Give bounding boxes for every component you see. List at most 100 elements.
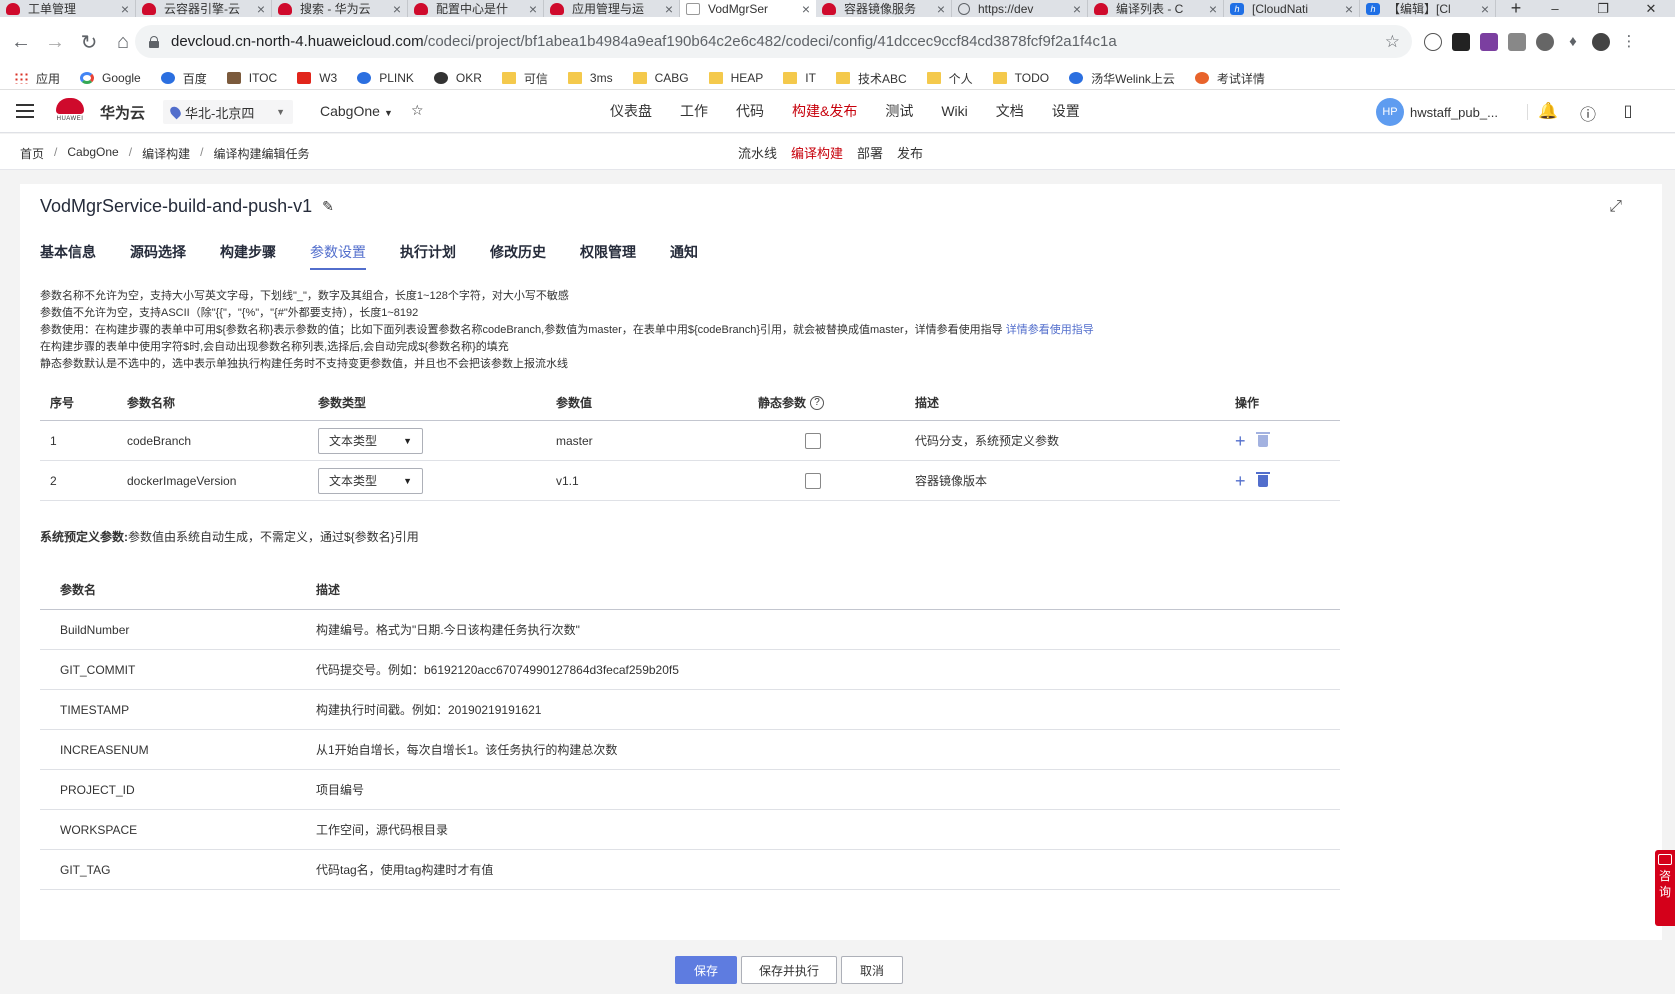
reload-icon[interactable]: ↻ — [72, 25, 106, 59]
bookmark-item[interactable]: W3 — [297, 71, 337, 85]
window-close-icon[interactable]: ✕ — [1627, 0, 1675, 17]
extension-rp-icon[interactable] — [1480, 33, 1498, 51]
config-tab[interactable]: 修改历史 — [490, 242, 546, 270]
browser-tab[interactable]: 云容器引擎-云 × — [136, 0, 272, 17]
subnav-item[interactable]: 部署 — [857, 143, 883, 162]
static-param-checkbox[interactable] — [805, 432, 821, 449]
extension-circle-icon[interactable] — [1424, 33, 1442, 51]
browser-tab[interactable]: 搜索 - 华为云 × — [272, 0, 408, 17]
close-icon[interactable]: × — [1209, 1, 1217, 17]
fullscreen-expand-icon[interactable]: ⤢ — [1609, 198, 1622, 216]
breadcrumb-item[interactable]: CabgOne — [67, 145, 118, 162]
bookmark-item[interactable]: OKR — [433, 71, 482, 85]
breadcrumb-item[interactable]: 首页 — [20, 145, 44, 162]
consult-float-button[interactable]: 咨询 — [1655, 850, 1675, 926]
nav-item[interactable]: 构建&发布 — [792, 90, 857, 133]
close-icon[interactable]: × — [665, 1, 673, 17]
nav-item[interactable]: 工作 — [680, 90, 708, 133]
nav-item[interactable]: 代码 — [736, 90, 764, 133]
bookmark-item[interactable]: 应用 — [14, 70, 60, 87]
config-tab[interactable]: 源码选择 — [130, 242, 186, 270]
param-type-select[interactable]: 文本类型 ▼ — [318, 427, 423, 454]
bookmark-item[interactable]: 汤华Welink上云 — [1069, 70, 1175, 87]
project-selector[interactable]: CabgOne ▼ — [320, 103, 393, 119]
subnav-item[interactable]: 流水线 — [738, 143, 777, 162]
bookmark-item[interactable]: PLINK — [357, 71, 414, 85]
bookmark-item[interactable]: ITOC — [226, 71, 277, 85]
close-icon[interactable]: × — [121, 1, 129, 17]
close-icon[interactable]: × — [937, 1, 945, 17]
bookmark-item[interactable]: 百度 — [160, 70, 207, 87]
bookmark-item[interactable]: Google — [80, 71, 141, 85]
bookmark-item[interactable]: 考试详情 — [1194, 70, 1265, 87]
save-button[interactable]: 保存 — [675, 956, 737, 984]
static-param-checkbox[interactable] — [805, 472, 821, 489]
close-icon[interactable]: × — [393, 1, 401, 17]
nav-item[interactable]: 仪表盘 — [610, 90, 652, 133]
extension-new-icon[interactable] — [1452, 33, 1470, 51]
config-tab[interactable]: 参数设置 — [310, 242, 366, 270]
extension-image-icon[interactable] — [1508, 33, 1526, 51]
close-icon[interactable]: × — [1073, 1, 1081, 17]
cancel-button[interactable]: 取消 — [841, 956, 903, 984]
browser-tab[interactable]: 容器镜像服务 × — [816, 0, 952, 17]
forward-arrow-icon[interactable]: → — [38, 25, 72, 59]
mobile-icon[interactable]: ▯ — [1618, 101, 1638, 125]
bookmark-item[interactable]: CABG — [632, 71, 689, 85]
bookmark-item[interactable]: 可信 — [501, 70, 548, 87]
question-circle-icon[interactable]: ? — [810, 395, 825, 410]
favorite-star-icon[interactable]: ☆ — [411, 102, 424, 119]
help-icon[interactable]: ⓘ — [1578, 101, 1598, 125]
subnav-item[interactable]: 编译构建 — [791, 143, 843, 162]
delete-trash-icon[interactable] — [1255, 431, 1270, 447]
nav-item[interactable]: 设置 — [1052, 90, 1080, 133]
address-bar[interactable]: devcloud.cn-north-4.huaweicloud.com/code… — [135, 25, 1412, 58]
close-icon[interactable]: × — [802, 1, 810, 17]
new-tab-button[interactable]: + — [1496, 0, 1536, 18]
bookmark-star-icon[interactable]: ☆ — [1385, 32, 1400, 52]
browser-tab[interactable]: VodMgrSer × — [680, 0, 816, 17]
delete-trash-icon[interactable] — [1255, 471, 1270, 487]
close-icon[interactable]: × — [529, 1, 537, 17]
bookmark-item[interactable]: IT — [783, 71, 816, 85]
region-selector[interactable]: 华北-北京四 ▼ — [163, 100, 293, 124]
nav-item[interactable]: Wiki — [941, 90, 967, 133]
extension-dark-icon[interactable] — [1536, 33, 1554, 51]
bookmark-item[interactable]: 技术ABC — [835, 70, 907, 87]
browser-tab[interactable]: 工单管理 × — [0, 0, 136, 17]
browser-tab[interactable]: h [CloudNati × — [1224, 0, 1360, 17]
usage-guide-link[interactable]: 详情参看使用指导 — [1006, 324, 1094, 336]
browser-tab[interactable]: h 【编辑】[Cl × — [1360, 0, 1496, 17]
browser-tab[interactable]: 配置中心是什 × — [408, 0, 544, 17]
bookmark-item[interactable]: 个人 — [926, 70, 973, 87]
hamburger-menu-icon[interactable] — [16, 104, 34, 118]
close-icon[interactable]: × — [257, 1, 265, 17]
bookmark-item[interactable]: 3ms — [567, 71, 613, 85]
config-tab[interactable]: 构建步骤 — [220, 242, 276, 270]
minimize-icon[interactable]: – — [1531, 0, 1579, 17]
browser-tab[interactable]: 编译列表 - C × — [1088, 0, 1224, 17]
browser-tab[interactable]: 应用管理与运 × — [544, 0, 680, 17]
save-and-run-button[interactable]: 保存并执行 — [741, 956, 837, 984]
config-tab[interactable]: 通知 — [670, 242, 698, 270]
nav-item[interactable]: 测试 — [885, 90, 913, 133]
user-menu[interactable]: HP hwstaff_pub_... — [1376, 98, 1498, 126]
profile-avatar-icon[interactable] — [1592, 33, 1610, 51]
close-icon[interactable]: × — [1345, 1, 1353, 17]
param-type-select[interactable]: 文本类型 ▼ — [318, 467, 423, 494]
edit-pencil-icon[interactable]: ✎ — [322, 198, 334, 215]
config-tab[interactable]: 基本信息 — [40, 242, 96, 270]
config-tab[interactable]: 执行计划 — [400, 242, 456, 270]
add-icon[interactable]: + — [1235, 432, 1246, 450]
bookmark-item[interactable]: TODO — [992, 71, 1049, 85]
config-tab[interactable]: 权限管理 — [580, 242, 636, 270]
browser-tab[interactable]: https://dev × — [952, 0, 1088, 17]
close-icon[interactable]: × — [1481, 1, 1489, 17]
browser-menu-icon[interactable]: ⋮ — [1620, 33, 1638, 51]
nav-item[interactable]: 文档 — [996, 90, 1024, 133]
restore-icon[interactable]: ❐ — [1579, 0, 1627, 17]
breadcrumb-item[interactable]: 编译构建 — [142, 145, 190, 162]
add-icon[interactable]: + — [1235, 472, 1246, 490]
extensions-puzzle-icon[interactable]: ♦ — [1564, 33, 1582, 51]
subnav-item[interactable]: 发布 — [897, 143, 923, 162]
